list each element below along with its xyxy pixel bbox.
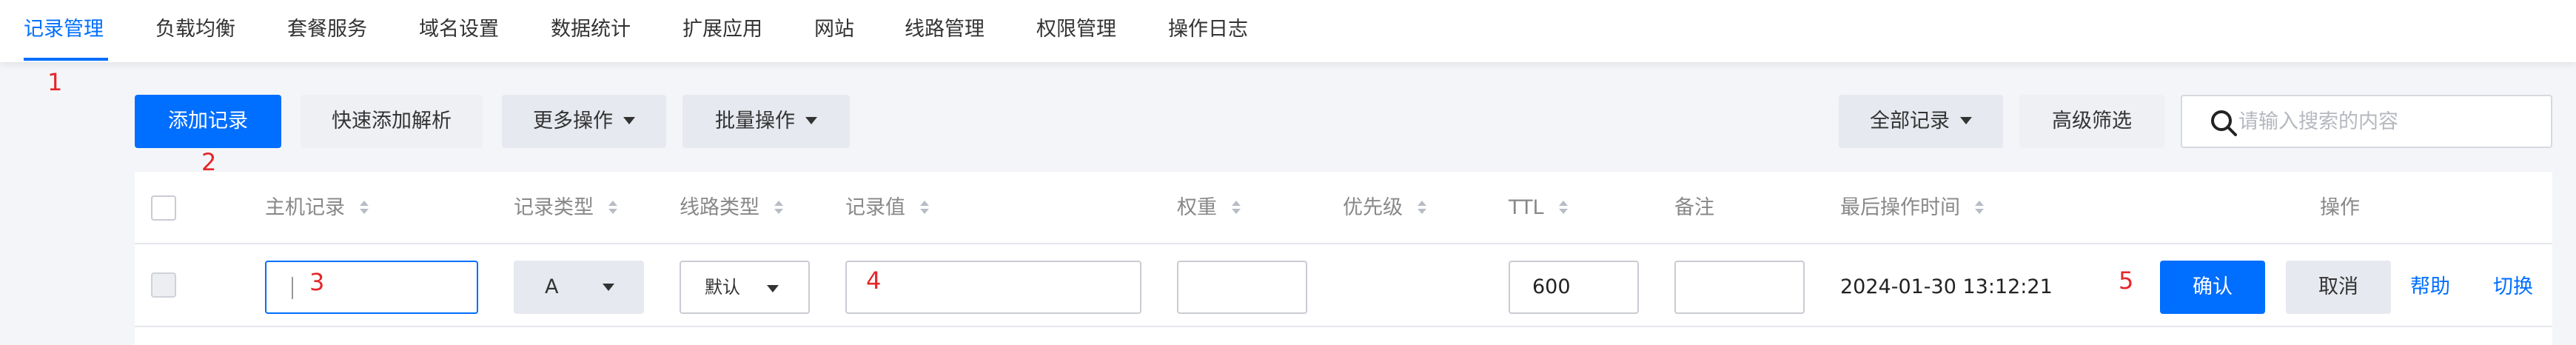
column-label: 记录类型 (514, 196, 594, 219)
column-header-last-modified[interactable]: 最后操作时间 (1840, 172, 1984, 244)
records-table: 主机记录 记录类型 线路类型 记录值 权重 优先级 TTL 备注 最后操作时间 … (135, 172, 2552, 345)
chevron-down-icon (623, 116, 635, 124)
annotation-4: 4 (866, 267, 882, 295)
all-records-dropdown[interactable]: 全部记录 (1839, 95, 2003, 148)
column-label: TTL (1509, 196, 1544, 219)
column-header-record-value[interactable]: 记录值 (845, 172, 929, 244)
sort-icon (1975, 200, 1984, 214)
column-header-record-type[interactable]: 记录类型 (514, 172, 617, 244)
advanced-filter-button[interactable]: 高级筛选 (2019, 95, 2164, 148)
column-label: 备注 (1674, 196, 1714, 219)
text-cursor (292, 277, 293, 299)
column-label: 优先级 (1343, 196, 1403, 219)
more-actions-label: 更多操作 (533, 110, 613, 133)
select-all-checkbox[interactable] (151, 195, 176, 221)
line-type-select[interactable]: 默认 (680, 261, 810, 314)
column-header-host[interactable]: 主机记录 (265, 172, 369, 244)
sort-icon (608, 200, 617, 214)
annotation-1: 1 (47, 68, 63, 96)
chevron-down-icon (767, 285, 779, 292)
tab-data-statistics[interactable]: 数据统计 (551, 0, 631, 62)
column-header-actions: 操作 (2320, 196, 2360, 219)
table-row: 3 A 默认 4 600 2024-01-30 13:12:21 5 确认 取消… (135, 246, 2552, 327)
column-header-ttl[interactable]: TTL (1509, 172, 1568, 244)
batch-actions-label: 批量操作 (715, 110, 795, 133)
ttl-input[interactable]: 600 (1509, 261, 1639, 314)
search-icon (2211, 110, 2237, 136)
record-type-select[interactable]: A (514, 261, 644, 314)
line-type-value: 默认 (705, 277, 740, 298)
cancel-button[interactable]: 取消 (2286, 261, 2391, 314)
ttl-value: 600 (1532, 275, 1571, 298)
more-actions-dropdown[interactable]: 更多操作 (502, 95, 666, 148)
column-label: 最后操作时间 (1840, 196, 1960, 219)
column-label: 记录值 (845, 196, 905, 219)
tab-load-balancing[interactable]: 负载均衡 (155, 0, 235, 62)
search-input[interactable] (2238, 96, 2549, 147)
sort-icon (774, 200, 783, 214)
tab-extensions[interactable]: 扩展应用 (682, 0, 762, 62)
record-type-value: A (545, 275, 559, 298)
top-nav: 记录管理 负载均衡 套餐服务 域名设置 数据统计 扩展应用 网站 线路管理 权限… (0, 0, 2576, 62)
confirm-button[interactable]: 确认 (2160, 261, 2265, 314)
search-box (2181, 95, 2552, 148)
table-header: 主机记录 记录类型 线路类型 记录值 权重 优先级 TTL 备注 最后操作时间 … (135, 172, 2552, 244)
column-header-priority[interactable]: 优先级 (1343, 172, 1426, 244)
weight-input[interactable] (1177, 261, 1307, 314)
tab-website[interactable]: 网站 (814, 0, 854, 62)
add-record-button[interactable]: 添加记录 (135, 95, 281, 148)
tab-line-management[interactable]: 线路管理 (905, 0, 985, 62)
tab-operation-log[interactable]: 操作日志 (1168, 0, 1248, 62)
all-records-label: 全部记录 (1870, 110, 1950, 133)
tab-permission-management[interactable]: 权限管理 (1036, 0, 1116, 62)
column-label: 主机记录 (265, 196, 345, 219)
switch-link[interactable]: 切换 (2493, 261, 2533, 314)
column-header-line-type[interactable]: 线路类型 (680, 172, 783, 244)
chevron-down-icon (805, 116, 817, 124)
help-link[interactable]: 帮助 (2410, 261, 2450, 314)
sort-icon (1232, 200, 1241, 214)
last-modified-time: 2024-01-30 13:12:21 (1840, 275, 2053, 298)
active-tab-underline (24, 58, 108, 61)
tab-plan-service[interactable]: 套餐服务 (287, 0, 367, 62)
remark-input[interactable] (1674, 261, 1805, 314)
batch-actions-dropdown[interactable]: 批量操作 (682, 95, 850, 148)
column-header-remark: 备注 (1674, 172, 1714, 244)
column-header-weight[interactable]: 权重 (1177, 172, 1241, 244)
sort-icon (360, 200, 369, 214)
sort-icon (1558, 200, 1568, 214)
tab-domain-settings[interactable]: 域名设置 (419, 0, 499, 62)
annotation-3: 3 (309, 268, 325, 296)
quick-add-resolution-button[interactable]: 快速添加解析 (301, 95, 483, 148)
tab-record-management[interactable]: 记录管理 (24, 0, 104, 62)
annotation-5: 5 (2119, 267, 2134, 295)
sort-icon (1418, 200, 1426, 214)
host-record-input[interactable] (265, 261, 478, 314)
chevron-down-icon (1960, 116, 1972, 124)
column-label: 线路类型 (680, 196, 759, 219)
chevron-down-icon (603, 284, 614, 291)
column-label: 权重 (1177, 196, 1217, 219)
record-value-input[interactable] (845, 261, 1141, 314)
sort-icon (920, 200, 929, 214)
row-checkbox[interactable] (151, 272, 176, 298)
